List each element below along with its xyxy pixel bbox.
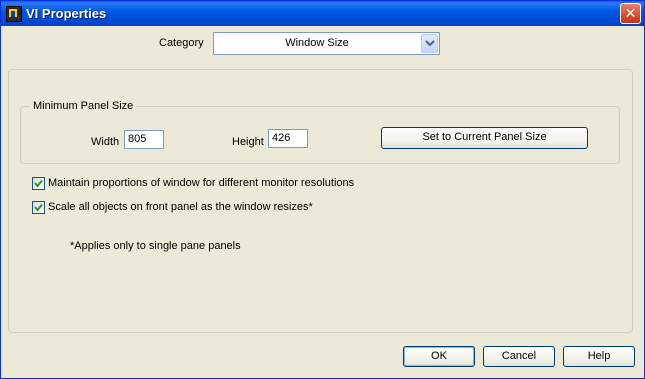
title-bar[interactable]: VI Properties ✕ [1, 1, 644, 26]
set-to-current-panel-size-button[interactable]: Set to Current Panel Size [381, 127, 588, 149]
checkmark-icon [34, 203, 43, 212]
width-input[interactable]: 805 [124, 130, 164, 149]
width-label: Width [91, 136, 120, 148]
category-selected-value: Window Size [285, 37, 349, 49]
single-pane-note: *Applies only to single pane panels [70, 240, 241, 252]
help-button[interactable]: Help [563, 346, 635, 367]
checkmark-icon [34, 179, 43, 188]
close-icon: ✕ [624, 5, 637, 21]
close-button[interactable]: ✕ [620, 3, 641, 24]
height-input[interactable]: 426 [268, 129, 308, 148]
cancel-button[interactable]: Cancel [483, 346, 555, 367]
chevron-down-icon [425, 40, 435, 47]
maintain-proportions-label: Maintain proportions of window for diffe… [48, 177, 355, 189]
ok-button[interactable]: OK [403, 346, 475, 367]
category-label: Category [159, 37, 204, 49]
minimum-panel-size-legend: Minimum Panel Size [30, 100, 137, 112]
maintain-proportions-checkbox[interactable] [32, 177, 45, 190]
category-dropdown[interactable]: Window Size [213, 32, 440, 55]
labview-vi-icon [6, 6, 22, 22]
dropdown-arrow-button[interactable] [421, 34, 438, 53]
scale-objects-checkbox[interactable] [32, 201, 45, 214]
scale-objects-label: Scale all objects on front panel as the … [48, 201, 313, 213]
window-title: VI Properties [26, 6, 107, 21]
height-label: Height [232, 136, 264, 148]
